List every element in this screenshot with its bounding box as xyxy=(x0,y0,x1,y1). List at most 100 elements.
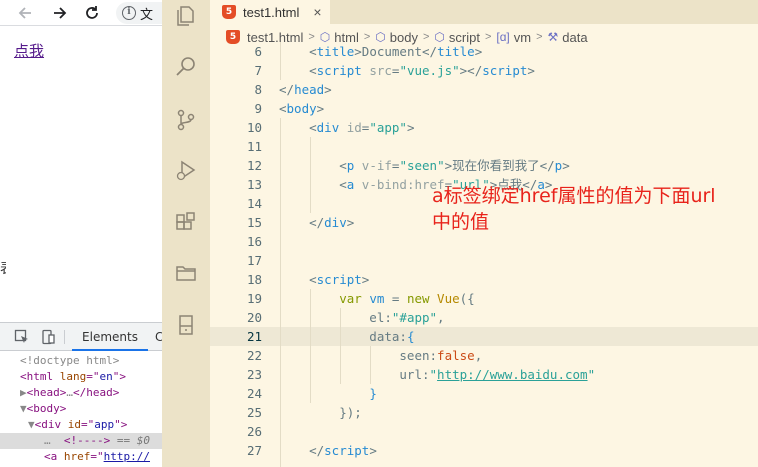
dom-tree-node[interactable]: … <!----> == $0 xyxy=(0,433,162,449)
line-number: 26 xyxy=(246,424,262,439)
code-token: =" xyxy=(90,450,104,463)
code-token: <div xyxy=(34,418,68,431)
line-number: 21 xyxy=(246,329,262,344)
code-line[interactable]: 19 var vm = new Vue({ xyxy=(210,289,758,308)
code-token: head xyxy=(294,82,325,97)
code-editor: 5 test1.html × 5 test1.html > ⬡ html > ⬡ body > ⬡… xyxy=(210,0,758,467)
code-token: en xyxy=(99,370,113,383)
dom-tree-node[interactable]: ▼<body> xyxy=(0,401,162,417)
page-link[interactable]: 点我 xyxy=(14,40,44,61)
code-token: "> xyxy=(114,418,128,431)
address-bar[interactable]: i 文 xyxy=(116,2,166,24)
dom-tree-node[interactable]: ▼<div id="app"> xyxy=(0,417,162,433)
code-token: "vue.js" xyxy=(399,63,460,78)
back-arrow-icon xyxy=(18,7,31,19)
line-number: 8 xyxy=(254,82,262,97)
line-source: </script> xyxy=(279,441,377,460)
code-token: = xyxy=(384,291,407,306)
back-button[interactable] xyxy=(14,2,36,24)
code-line[interactable]: 18 <script> xyxy=(210,270,758,289)
code-line[interactable]: 7 <script src="vue.js"></script> xyxy=(210,61,758,80)
line-number: 14 xyxy=(246,196,262,211)
activity-bar xyxy=(162,0,210,467)
line-source: url:"http://www.baidu.com" xyxy=(279,365,595,384)
code-token: title xyxy=(316,44,355,59)
tab-elements[interactable]: Elements xyxy=(72,323,148,351)
dom-tree-node[interactable]: <!doctype html> xyxy=(0,353,162,369)
code-token: >Document</ xyxy=(354,44,438,59)
code-line[interactable]: 10 <div id="app"> xyxy=(210,118,758,137)
code-token: "#app" xyxy=(391,310,438,325)
code-token: … xyxy=(66,386,73,399)
browser-toolbar: i 文 xyxy=(0,0,166,26)
code-token: title xyxy=(437,44,475,59)
code-token: < xyxy=(279,63,317,78)
code-line[interactable]: 9 <body> xyxy=(210,99,758,118)
code-line[interactable]: 20 el:"#app", xyxy=(210,308,758,327)
code-token: , xyxy=(437,310,445,325)
code-token: "seen" xyxy=(399,158,445,173)
code-token: … xyxy=(44,434,64,447)
dom-tree-node[interactable]: <html lang="en"> xyxy=(0,369,162,385)
line-number: 17 xyxy=(246,253,262,268)
code-line[interactable]: 12 <p v-if="seen">现在你看到我了</p> xyxy=(210,156,758,175)
code-token: id xyxy=(67,418,81,431)
devtools-tabbar: Elements C xyxy=(0,323,163,351)
code-token: }); xyxy=(279,405,362,420)
code-token: script xyxy=(316,63,362,78)
code-token: " xyxy=(429,367,438,382)
tab-test1-html[interactable]: 5 test1.html × xyxy=(210,0,330,24)
forward-button[interactable] xyxy=(49,2,71,24)
info-icon[interactable]: i xyxy=(122,6,136,20)
reload-icon xyxy=(86,6,98,19)
line-source: } xyxy=(279,384,377,403)
search-icon[interactable] xyxy=(174,55,198,79)
line-source: }); xyxy=(279,403,362,422)
code-line[interactable]: 17 xyxy=(210,251,758,270)
code-line[interactable]: 26 xyxy=(210,422,758,441)
line-number: 9 xyxy=(254,101,262,116)
reload-button[interactable] xyxy=(81,2,103,24)
code-token: </ xyxy=(279,215,325,230)
code-token: ▶ xyxy=(20,386,27,399)
dom-tree-node[interactable]: <a href="http:// xyxy=(0,449,162,465)
address-text: 文 xyxy=(140,7,154,23)
files-icon[interactable] xyxy=(174,4,198,28)
line-source: <p v-if="seen">现在你看到我了</p> xyxy=(279,156,570,175)
code-area[interactable]: 27 </script> 26 25 }); 24 } 23 url:"http://w… xyxy=(210,42,758,467)
code-token: , xyxy=(474,348,483,363)
line-source: </head> xyxy=(279,80,332,99)
device-toolbar-icon[interactable] xyxy=(40,329,56,345)
code-line[interactable]: 22 seen:false, xyxy=(210,346,758,365)
dom-tree-node[interactable]: ▶<head>…</head> xyxy=(0,385,162,401)
code-line[interactable]: 11 xyxy=(210,137,758,156)
code-line[interactable]: 24 } xyxy=(210,384,758,403)
code-token: src xyxy=(361,63,392,78)
indent-guide xyxy=(280,42,281,80)
run-debug-icon[interactable] xyxy=(174,158,198,182)
code-token: < xyxy=(279,101,287,116)
line-number: 11 xyxy=(246,139,262,154)
code-line[interactable]: 25 }); xyxy=(210,403,758,422)
close-icon[interactable]: × xyxy=(313,4,321,20)
code-token: > xyxy=(527,63,535,78)
code-token: el: xyxy=(279,310,392,325)
code-line[interactable]: 8 </head> xyxy=(210,80,758,99)
folder-icon[interactable] xyxy=(174,261,198,285)
inspect-element-icon[interactable] xyxy=(14,329,30,345)
clipped-text: 表 xyxy=(0,258,6,278)
code-token: "app" xyxy=(369,120,407,135)
code-token: >现在你看到我了</ xyxy=(444,158,555,173)
devtools-panel: Elements C <!doctype html> <html lang="en… xyxy=(0,322,163,467)
code-line[interactable]: 27 </script> xyxy=(210,441,758,460)
code-line[interactable]: 6 <title>Document</title> xyxy=(210,42,758,61)
code-token: script xyxy=(316,272,362,287)
code-token: > xyxy=(346,215,355,230)
remote-icon[interactable] xyxy=(174,313,198,337)
code-token: div xyxy=(324,215,347,230)
code-line[interactable]: 21 data:{ xyxy=(210,327,758,346)
source-control-icon[interactable] xyxy=(174,108,198,132)
code-line[interactable]: 23 url:"http://www.baidu.com" xyxy=(210,365,758,384)
code-token: Vue xyxy=(429,291,460,306)
extensions-icon[interactable] xyxy=(174,211,198,235)
